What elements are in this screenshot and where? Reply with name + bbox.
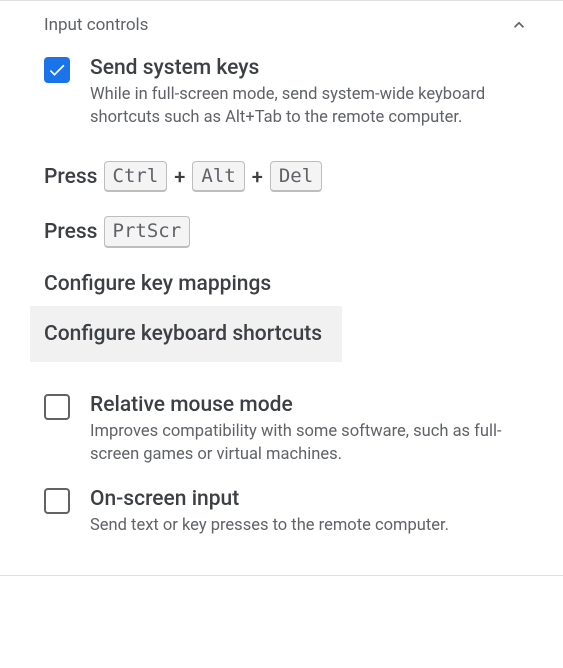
on-screen-input-description: Send text or key presses to the remote c…: [90, 515, 531, 537]
on-screen-input-title: On-screen input: [90, 486, 531, 513]
configure-keyboard-shortcuts-button[interactable]: Configure keyboard shortcuts: [30, 306, 342, 362]
check-icon: [47, 60, 67, 80]
panel-title: Input controls: [44, 15, 148, 35]
relative-mouse-title: Relative mouse mode: [90, 392, 531, 419]
key-ctrl: Ctrl: [104, 161, 168, 193]
input-controls-panel: Input controls Send system keys While in…: [0, 0, 563, 576]
press-label: Press: [44, 165, 98, 189]
relative-mouse-body: Relative mouse mode Improves compatibili…: [90, 392, 531, 466]
configure-key-mappings-button[interactable]: Configure key mappings: [0, 258, 563, 306]
send-system-keys-option[interactable]: Send system keys While in full-screen mo…: [0, 45, 563, 139]
send-system-keys-description: While in full-screen mode, send system-w…: [90, 84, 531, 129]
configure-key-mappings-label: Configure key mappings: [44, 272, 271, 296]
on-screen-input-checkbox[interactable]: [44, 488, 70, 514]
relative-mouse-checkbox[interactable]: [44, 394, 70, 420]
press-prtscr-button[interactable]: Press PrtScr: [0, 202, 563, 258]
plus-icon: +: [252, 165, 263, 189]
press-ctrl-alt-del-button[interactable]: Press Ctrl + Alt + Del: [0, 147, 563, 203]
send-system-keys-checkbox[interactable]: [44, 57, 70, 83]
panel-header[interactable]: Input controls: [0, 1, 563, 45]
on-screen-input-option[interactable]: On-screen input Send text or key presses…: [0, 476, 563, 548]
plus-icon: +: [174, 165, 185, 189]
chevron-up-icon: [507, 13, 531, 37]
on-screen-input-body: On-screen input Send text or key presses…: [90, 486, 531, 538]
key-del: Del: [270, 161, 322, 193]
relative-mouse-description: Improves compatibility with some softwar…: [90, 421, 531, 466]
key-alt: Alt: [192, 161, 244, 193]
configure-keyboard-shortcuts-label: Configure keyboard shortcuts: [44, 322, 322, 346]
key-prtscr: PrtScr: [104, 216, 191, 248]
press-label: Press: [44, 220, 98, 244]
relative-mouse-option[interactable]: Relative mouse mode Improves compatibili…: [0, 382, 563, 476]
send-system-keys-title: Send system keys: [90, 55, 531, 82]
send-system-keys-body: Send system keys While in full-screen mo…: [90, 55, 531, 129]
